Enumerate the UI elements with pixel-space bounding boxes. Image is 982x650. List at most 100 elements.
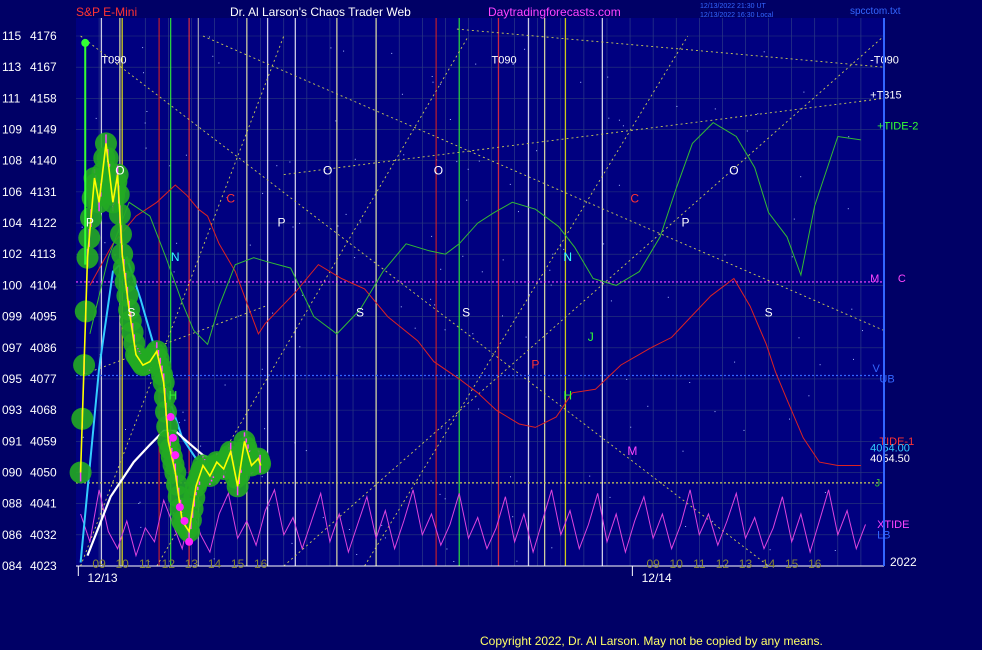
star-dot [356,554,358,555]
event-letter: M [627,444,637,458]
star-dot [268,504,270,506]
star-dot [82,436,84,438]
star-dot [609,496,611,498]
event-letter: N [171,250,180,264]
annotation-label: T090 [492,55,517,67]
star-dot [550,284,552,286]
y-price-label: 4167 [30,60,57,74]
y-price-label: 4176 [30,29,57,43]
star-dot [475,63,477,65]
x-tick-label: 09 [646,557,660,571]
star-dot [462,255,464,257]
event-letter: S [462,306,470,320]
star-dot [472,333,474,335]
y-code-label: 093 [2,403,22,417]
star-dot [139,501,141,503]
star-dot [143,72,144,74]
star-dot [848,136,850,138]
star-dot [618,184,620,186]
y-price-label: 4023 [30,559,57,573]
star-dot [444,498,446,500]
timestamp-local: 12/13/2022 16:30 Local [700,12,774,19]
star-dot [185,154,187,156]
star-dot [440,268,442,270]
star-dot [791,256,793,258]
y-price-label: 4041 [30,497,57,511]
star-dot [299,222,301,224]
y-code-label: 099 [2,310,22,324]
star-dot [734,361,736,363]
star-dot [552,253,554,255]
star-dot [146,111,148,112]
star-dot [218,62,220,64]
star-dot [184,419,186,421]
star-dot [724,254,726,256]
low-marker [166,413,175,422]
star-dot [432,81,434,83]
star-dot [249,244,251,246]
star-dot [608,117,610,119]
star-dot [618,119,620,121]
y-price-label: 4140 [30,154,57,168]
star-dot [622,125,624,127]
x-tick-label: 14 [762,557,776,571]
timestamp-ut: 12/13/2022 21:30 UT [700,3,766,10]
event-letter: P [86,216,94,230]
y-price-label: 4113 [30,247,56,261]
star-dot [276,165,278,167]
star-dot [803,91,805,93]
star-dot [430,480,432,482]
star-dot [440,427,442,429]
low-marker [175,503,184,512]
star-dot [360,221,362,223]
annotation-label: M [870,273,879,285]
date-label: 12/13 [88,571,118,585]
star-dot [292,226,294,228]
y-price-label: 4077 [30,372,57,386]
event-letter: O [323,164,332,178]
star-dot [272,312,274,314]
copyright-notice: Copyright 2022, Dr. Al Larson. May not b… [480,634,823,648]
site-name[interactable]: Daytradingforecasts.com [488,5,621,19]
y-price-label: 4032 [30,528,57,542]
star-dot [509,183,511,185]
star-dot [626,378,628,380]
star-dot [630,426,632,428]
star-dot [291,542,293,544]
star-dot [808,395,810,397]
y-price-label: 4104 [30,278,57,292]
y-code-label: 095 [2,372,22,386]
star-dot [512,516,514,518]
star-dot [834,550,836,551]
star-dot [414,327,416,329]
star-dot [502,315,503,317]
annotation-label: UB [879,373,894,385]
star-dot [712,520,714,522]
star-dot [667,296,669,298]
star-dot [478,160,480,162]
star-dot [401,93,403,95]
event-letter: O [115,164,124,178]
star-dot [431,235,433,237]
star-dot [603,243,605,245]
x-tick-label: 13 [185,557,199,571]
y-price-label: 4068 [30,403,57,417]
star-dot [337,225,339,227]
star-dot [237,315,239,317]
star-dot [551,547,553,549]
star-dot [682,450,684,452]
y-code-label: 091 [2,434,22,448]
x-tick-label: 12 [162,557,176,571]
y-price-label: 4095 [30,310,57,324]
star-dot [502,259,504,261]
star-dot [516,560,518,562]
star-dot [862,330,863,332]
star-dot [400,306,402,308]
x-tick-label: 09 [92,557,106,571]
y-price-label: 4086 [30,341,57,355]
y-price-label: 4131 [30,185,57,199]
star-dot [769,549,771,551]
star-dot [481,271,483,273]
y-code-label: 109 [2,123,22,137]
star-dot [224,384,226,386]
